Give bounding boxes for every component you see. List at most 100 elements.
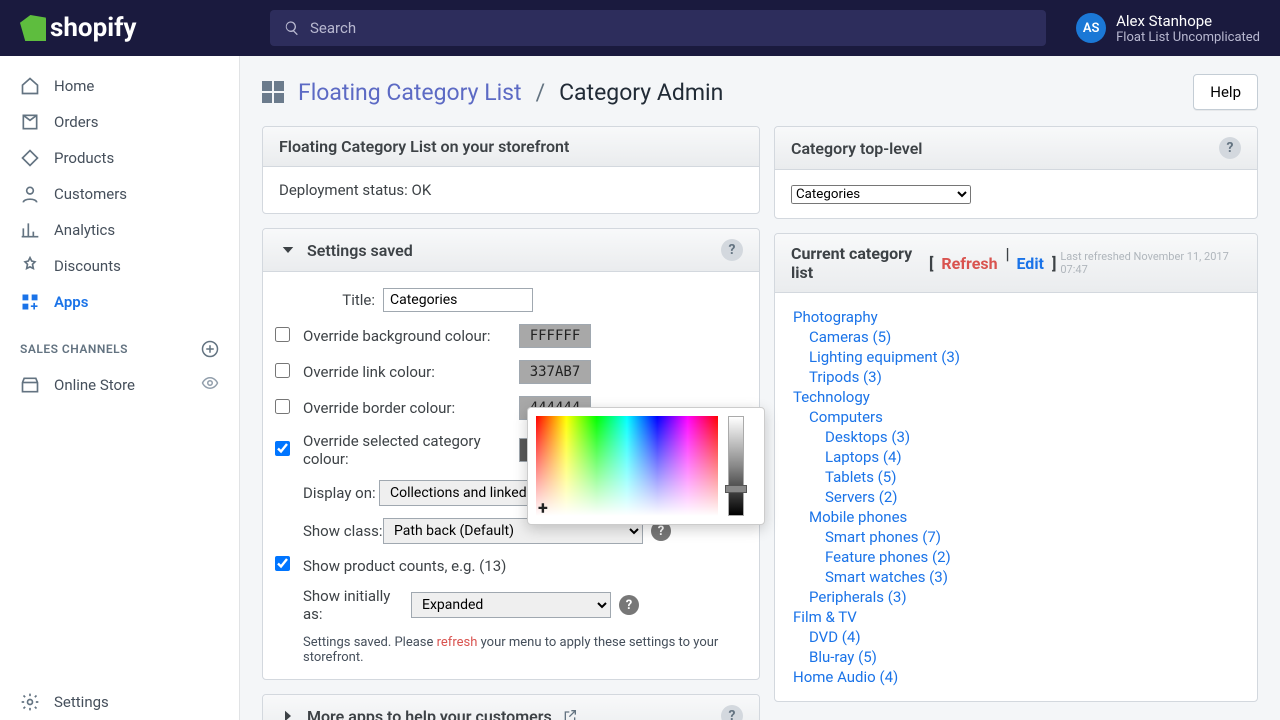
display-on-label: Display on:: [303, 484, 379, 502]
external-link-icon[interactable]: [562, 708, 578, 720]
avatar: AS: [1076, 13, 1106, 43]
category-link[interactable]: Lighting equipment (3): [793, 347, 1239, 367]
sidebar: Home Orders Products Customers Analytics…: [0, 56, 240, 720]
category-link[interactable]: Peripherals (3): [793, 587, 1239, 607]
category-link[interactable]: Tripods (3): [793, 367, 1239, 387]
color-gradient[interactable]: +: [536, 416, 718, 516]
gear-icon: [20, 692, 40, 712]
breadcrumb-current: Category Admin: [559, 79, 723, 106]
bg-color-input[interactable]: [519, 324, 591, 348]
orders-icon: [20, 112, 40, 132]
sidebar-item-label: Orders: [54, 113, 99, 131]
toplevel-select[interactable]: Categories: [791, 185, 971, 204]
category-link[interactable]: Tablets (5): [793, 467, 1239, 487]
category-link[interactable]: Smart phones (7): [793, 527, 1239, 547]
settings-panel-heading[interactable]: Settings saved ?: [263, 229, 759, 272]
override-link-label: Override link colour:: [303, 363, 519, 381]
sidebar-item-label: Discounts: [54, 257, 121, 275]
shopify-bag-icon: [20, 15, 46, 41]
show-counts-label: Show product counts, e.g. (13): [303, 557, 506, 575]
catlist-edit-link[interactable]: Edit: [1016, 254, 1044, 273]
help-icon[interactable]: ?: [1219, 137, 1241, 159]
sidebar-channels-heading: SALES CHANNELS: [0, 320, 239, 366]
override-border-checkbox[interactable]: [275, 399, 290, 414]
category-link[interactable]: Film & TV: [793, 607, 1239, 627]
sidebar-item-label: Products: [54, 149, 114, 167]
brand-name: shopify: [50, 13, 137, 43]
main-content: Floating Category List / Category Admin …: [240, 56, 1280, 720]
view-store-icon[interactable]: [201, 374, 219, 396]
category-link[interactable]: Cameras (5): [793, 327, 1239, 347]
sidebar-item-analytics[interactable]: Analytics: [0, 212, 239, 248]
override-border-label: Override border colour:: [303, 399, 519, 417]
search-input[interactable]: [310, 19, 1032, 37]
show-class-label: Show class:: [303, 522, 383, 540]
sidebar-item-label: Home: [54, 77, 94, 95]
sidebar-item-orders[interactable]: Orders: [0, 104, 239, 140]
show-counts-checkbox[interactable]: [275, 556, 290, 571]
user-menu[interactable]: AS Alex Stanhope Float List Uncomplicate…: [1076, 12, 1260, 45]
slider-handle[interactable]: [725, 485, 747, 493]
breadcrumb-app[interactable]: Floating Category List: [298, 79, 522, 106]
category-link[interactable]: Laptops (4): [793, 447, 1239, 467]
search-bar[interactable]: [270, 10, 1046, 46]
sidebar-item-label: Analytics: [54, 221, 115, 239]
sidebar-item-online-store[interactable]: Online Store: [0, 366, 239, 404]
category-tree: PhotographyCameras (5)Lighting equipment…: [775, 293, 1257, 701]
category-link[interactable]: Servers (2): [793, 487, 1239, 507]
title-label: Title:: [303, 291, 383, 309]
lightness-slider[interactable]: [728, 416, 744, 516]
catlist-panel-heading: Current category list [ Refresh | Edit ]…: [775, 234, 1257, 293]
override-bg-checkbox[interactable]: [275, 327, 290, 342]
sidebar-item-customers[interactable]: Customers: [0, 176, 239, 212]
sidebar-item-label: Customers: [54, 185, 127, 203]
category-link[interactable]: Desktops (3): [793, 427, 1239, 447]
category-link[interactable]: Mobile phones: [793, 507, 1239, 527]
brand-logo[interactable]: shopify: [20, 13, 240, 43]
category-link[interactable]: Technology: [793, 387, 1239, 407]
show-initially-select[interactable]: Expanded: [411, 592, 611, 618]
topbar: shopify AS Alex Stanhope Float List Unco…: [0, 0, 1280, 56]
sidebar-item-label: Apps: [54, 293, 88, 311]
catlist-panel: Current category list [ Refresh | Edit ]…: [774, 233, 1258, 702]
link-color-input[interactable]: [519, 360, 591, 384]
products-icon: [20, 148, 40, 168]
more-apps-heading[interactable]: More apps to help your customers ?: [263, 695, 759, 720]
category-link[interactable]: Feature phones (2): [793, 547, 1239, 567]
title-input[interactable]: [383, 288, 533, 312]
help-button[interactable]: Help: [1193, 74, 1258, 110]
storefront-panel-heading: Floating Category List on your storefron…: [263, 127, 759, 167]
sidebar-item-products[interactable]: Products: [0, 140, 239, 176]
color-cursor-icon: +: [538, 500, 548, 518]
category-link[interactable]: Home Audio (4): [793, 667, 1239, 687]
color-picker[interactable]: +: [527, 407, 765, 525]
help-icon[interactable]: ?: [721, 239, 743, 261]
catlist-refresh-link[interactable]: Refresh: [941, 254, 997, 273]
deployment-status-value: OK: [412, 181, 432, 199]
more-apps-panel: More apps to help your customers ?: [262, 694, 760, 720]
override-selected-checkbox[interactable]: [275, 441, 290, 456]
apps-icon: [20, 292, 40, 312]
chevron-down-icon: [279, 241, 297, 259]
help-icon[interactable]: ?: [721, 705, 743, 720]
sidebar-item-settings[interactable]: Settings: [0, 684, 239, 720]
customers-icon: [20, 184, 40, 204]
user-info: Alex Stanhope Float List Uncomplicated: [1116, 12, 1260, 45]
sidebar-item-apps[interactable]: Apps: [0, 284, 239, 320]
settings-saved-message: Settings saved. Please refresh your menu…: [275, 629, 747, 669]
sidebar-item-home[interactable]: Home: [0, 68, 239, 104]
category-link[interactable]: DVD (4): [793, 627, 1239, 647]
add-channel-icon[interactable]: [201, 340, 219, 358]
search-icon: [284, 20, 300, 36]
override-selected-label: Override selected category colour:: [303, 432, 519, 468]
category-link[interactable]: Smart watches (3): [793, 567, 1239, 587]
sidebar-item-discounts[interactable]: Discounts: [0, 248, 239, 284]
override-link-checkbox[interactable]: [275, 363, 290, 378]
category-link[interactable]: Blu-ray (5): [793, 647, 1239, 667]
help-icon[interactable]: ?: [619, 595, 639, 615]
category-link[interactable]: Computers: [793, 407, 1239, 427]
category-link[interactable]: Photography: [793, 307, 1239, 327]
sidebar-item-label: Online Store: [54, 376, 135, 394]
refresh-link[interactable]: refresh: [437, 635, 478, 650]
chevron-right-icon: [279, 707, 297, 720]
